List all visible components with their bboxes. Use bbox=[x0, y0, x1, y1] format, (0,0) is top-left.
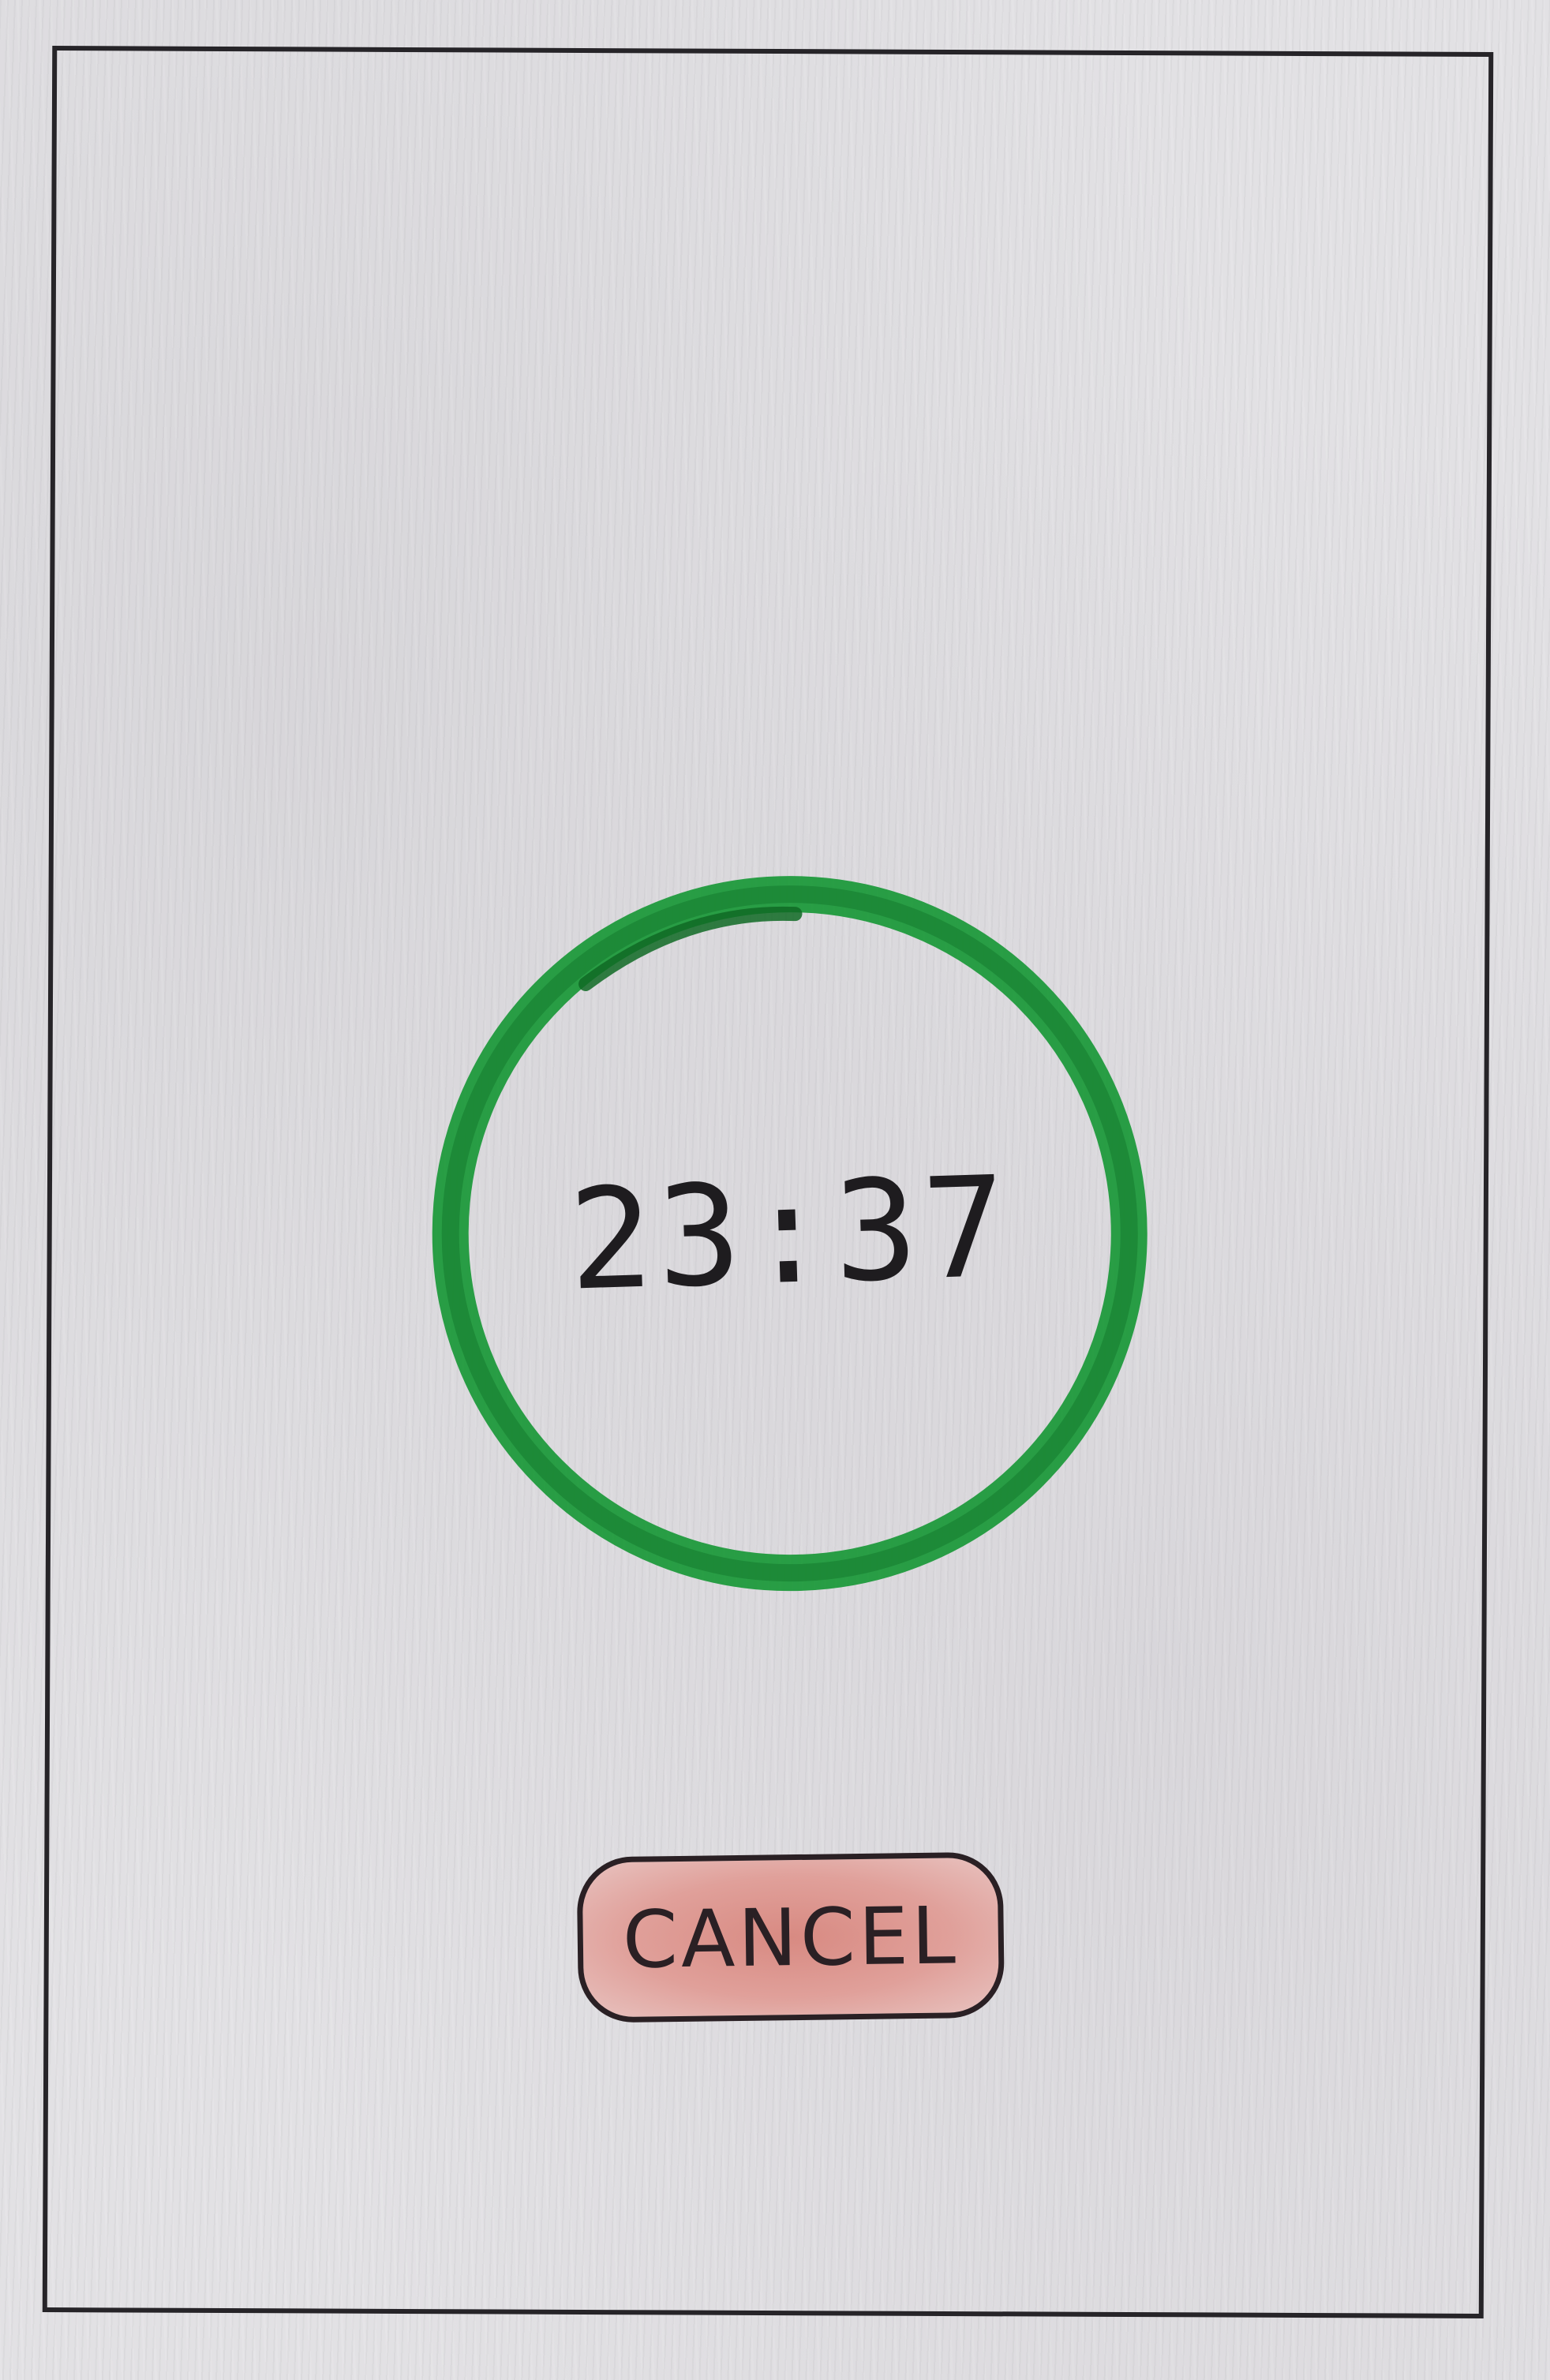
cancel-button[interactable]: CANCEL bbox=[576, 1851, 1005, 2023]
countdown-timer: 23:37 bbox=[421, 865, 1159, 1602]
time-remaining: 23:37 bbox=[566, 1146, 1013, 1322]
phone-frame: 23:37 CANCEL bbox=[42, 46, 1494, 2318]
timer-screen: 23:37 CANCEL bbox=[47, 51, 1488, 2314]
